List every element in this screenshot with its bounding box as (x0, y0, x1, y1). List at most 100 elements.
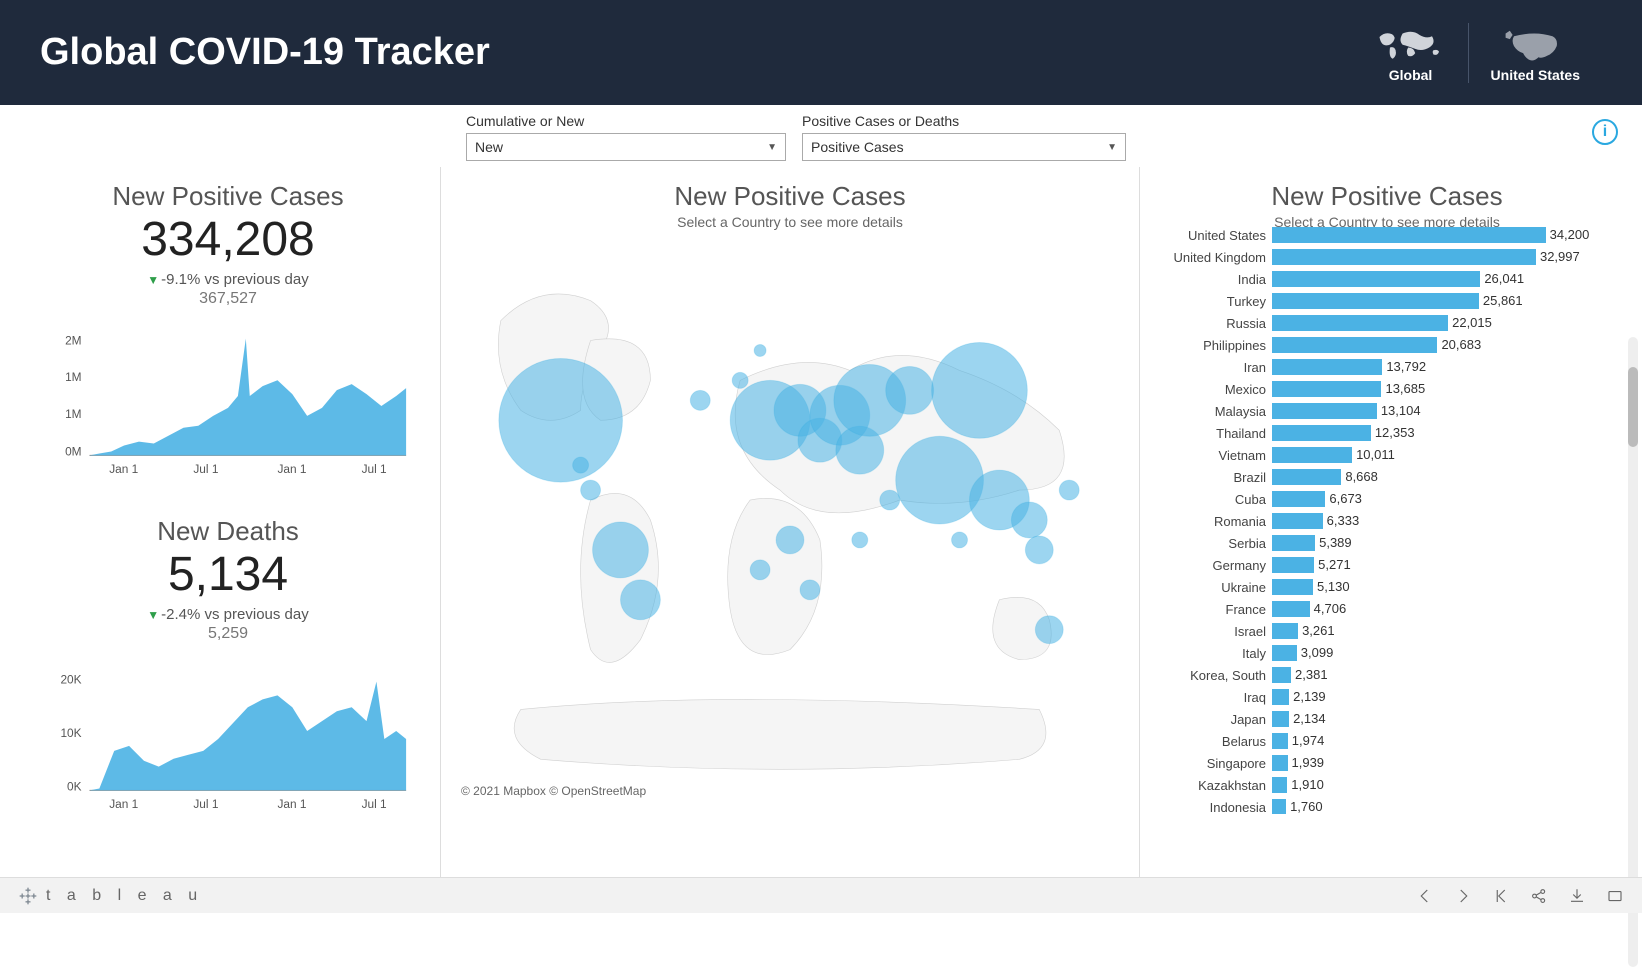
bar-track: 6,673 (1272, 490, 1634, 508)
country-bar-row[interactable]: Germany5,271 (1140, 554, 1634, 576)
map-attribution: © 2021 Mapbox © OpenStreetMap (461, 784, 646, 798)
nav-first-icon[interactable] (1492, 887, 1510, 905)
bar-fill (1272, 337, 1437, 353)
country-bar-row[interactable]: India 26,041 (1140, 268, 1634, 290)
region-us[interactable]: United States (1468, 23, 1602, 83)
region-switcher: Global United States (1354, 23, 1602, 83)
country-bar-row[interactable]: United States34,200 (1140, 224, 1634, 246)
country-bar-row[interactable]: Indonesia1,760 (1140, 796, 1634, 814)
bar-fill (1272, 667, 1291, 683)
world-map[interactable]: © 2021 Mapbox © OpenStreetMap (441, 240, 1139, 800)
share-icon[interactable] (1530, 887, 1548, 905)
scrollbar-thumb[interactable] (1628, 367, 1638, 447)
filter-cumulative-new[interactable]: New ▼ (466, 133, 786, 161)
bar-value: 26,041 (1484, 271, 1524, 286)
region-global[interactable]: Global (1354, 23, 1468, 83)
bar-track: 5,130 (1272, 578, 1634, 596)
bar-fill (1272, 425, 1371, 441)
bar-fill (1272, 601, 1310, 617)
bar-track: 34,200 (1272, 226, 1634, 244)
bar-value: 34,200 (1550, 227, 1590, 242)
caret-down-icon: ▼ (767, 142, 777, 153)
deaths-delta: ▼-2.4% vs previous day (40, 606, 416, 623)
info-button[interactable]: i (1592, 119, 1618, 145)
bar-value: 5,130 (1317, 579, 1350, 594)
country-bar-row[interactable]: Singapore1,939 (1140, 752, 1634, 774)
country-label: France (1140, 602, 1272, 617)
us-map-icon (1500, 23, 1570, 65)
download-icon[interactable] (1568, 887, 1586, 905)
deaths-trend-chart[interactable]: 20K 10K 0K Jan 1 Jul 1 Jan 1 Jul 1 (40, 651, 416, 821)
bar-fill (1272, 491, 1325, 507)
bar-track: 1,910 (1272, 776, 1634, 794)
left-panel: New Positive Cases 334,208 ▼-9.1% vs pre… (0, 167, 440, 887)
nav-forward-icon[interactable] (1454, 887, 1472, 905)
country-bar-row[interactable]: France4,706 (1140, 598, 1634, 620)
bar-value: 3,261 (1302, 623, 1335, 638)
nav-back-icon[interactable] (1416, 887, 1434, 905)
country-label: India (1140, 272, 1272, 287)
country-bar-list[interactable]: United States34,200United Kingdom32,997I… (1140, 224, 1634, 814)
country-bar-row[interactable]: Kazakhstan1,910 (1140, 774, 1634, 796)
country-bar-row[interactable]: Russia22,015 (1140, 312, 1634, 334)
country-label: Israel (1140, 624, 1272, 639)
fullscreen-icon[interactable] (1606, 887, 1624, 905)
bar-track: 2,134 (1272, 710, 1634, 728)
country-bar-row[interactable]: Thailand12,353 (1140, 422, 1634, 444)
info-icon: i (1603, 123, 1607, 141)
bar-value: 10,011 (1356, 447, 1395, 462)
country-bar-row[interactable]: Japan2,134 (1140, 708, 1634, 730)
bar-value: 1,974 (1292, 733, 1325, 748)
bar-fill (1272, 799, 1286, 814)
country-bar-row[interactable]: Italy3,099 (1140, 642, 1634, 664)
country-label: Italy (1140, 646, 1272, 661)
cases-summary: New Positive Cases 334,208 ▼-9.1% vs pre… (40, 181, 416, 486)
bar-track: 1,974 (1272, 732, 1634, 750)
country-bar-row[interactable]: Iraq2,139 (1140, 686, 1634, 708)
bar-fill (1272, 403, 1377, 419)
country-bar-row[interactable]: Mexico13,685 (1140, 378, 1634, 400)
bar-track: 3,099 (1272, 644, 1634, 662)
country-bar-row[interactable]: Philippines20,683 (1140, 334, 1634, 356)
country-bar-row[interactable]: Israel 3,261 (1140, 620, 1634, 642)
bar-fill (1272, 447, 1352, 463)
country-bar-row[interactable]: Ukraine5,130 (1140, 576, 1634, 598)
cases-value: 334,208 (40, 214, 416, 267)
svg-text:2M: 2M (65, 333, 81, 347)
country-bar-row[interactable]: Romania6,333 (1140, 510, 1634, 532)
map-panel: New Positive Cases Select a Country to s… (440, 167, 1140, 887)
bars-scrollbar[interactable] (1628, 337, 1638, 967)
country-bar-row[interactable]: Brazil8,668 (1140, 466, 1634, 488)
bar-fill (1272, 623, 1298, 639)
country-label: Iraq (1140, 690, 1272, 705)
deaths-value: 5,134 (40, 549, 416, 602)
region-global-label: Global (1389, 67, 1433, 83)
cases-delta: ▼-9.1% vs previous day (40, 271, 416, 288)
country-bar-row[interactable]: Turkey25,861 (1140, 290, 1634, 312)
cases-title: New Positive Cases (40, 181, 416, 212)
filter2-label: Positive Cases or Deaths (802, 113, 1126, 129)
country-bar-row[interactable]: Malaysia13,104 (1140, 400, 1634, 422)
bar-value: 5,389 (1319, 535, 1352, 550)
deaths-summary: New Deaths 5,134 ▼-2.4% vs previous day … (40, 516, 416, 821)
bar-track: 13,792 (1272, 358, 1634, 376)
country-bar-row[interactable]: Cuba6,673 (1140, 488, 1634, 510)
country-label: Japan (1140, 712, 1272, 727)
cases-trend-chart[interactable]: 2M 1M 1M 0M Jan 1 Jul 1 Jan 1 Jul 1 (40, 316, 416, 486)
country-bar-row[interactable]: Vietnam10,011 (1140, 444, 1634, 466)
bar-value: 5,271 (1318, 557, 1351, 572)
tableau-logo[interactable]: t a b l e a u (18, 886, 203, 906)
country-bar-row[interactable]: Korea, South2,381 (1140, 664, 1634, 686)
country-bar-row[interactable]: United Kingdom32,997 (1140, 246, 1634, 268)
country-bar-row[interactable]: Serbia5,389 (1140, 532, 1634, 554)
filter-cases-deaths[interactable]: Positive Cases ▼ (802, 133, 1126, 161)
svg-text:Jan 1: Jan 1 (109, 797, 138, 811)
tableau-text: t a b l e a u (46, 887, 203, 905)
country-label: Russia (1140, 316, 1272, 331)
country-bar-row[interactable]: Iran13,792 (1140, 356, 1634, 378)
country-bar-row[interactable]: Belarus1,974 (1140, 730, 1634, 752)
country-label: Thailand (1140, 426, 1272, 441)
bar-track: 13,685 (1272, 380, 1634, 398)
bars-panel: New Positive Cases Select a Country to s… (1140, 167, 1642, 887)
bar-track: 25,861 (1272, 292, 1634, 310)
